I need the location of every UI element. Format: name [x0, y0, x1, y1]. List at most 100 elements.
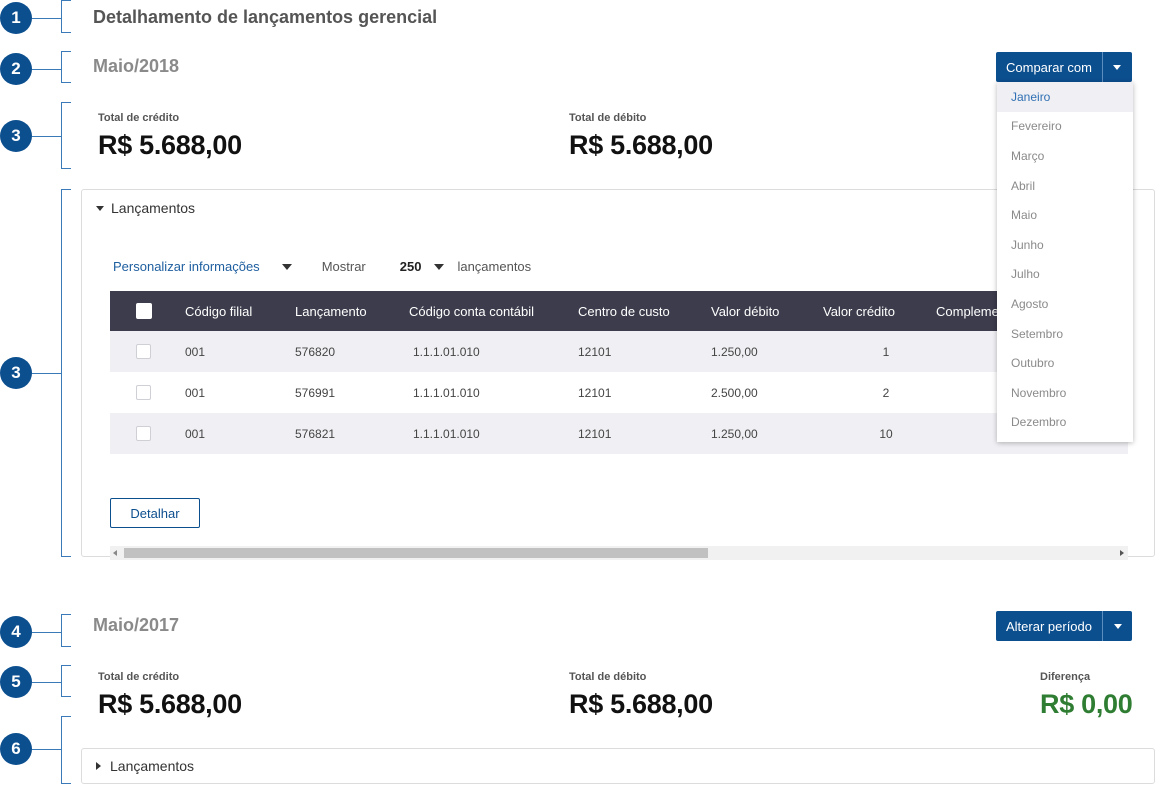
column-header-branch-code[interactable]: Código filial: [185, 291, 252, 331]
table-row[interactable]: 001 576821 1.1.1.01.010 12101 1.250,00 1…: [110, 413, 1128, 454]
cell-entry: 576991: [295, 385, 336, 400]
cell-entry: 576820: [295, 344, 336, 359]
difference-total: Diferença R$ 0,00: [1040, 671, 1133, 720]
scroll-right-icon[interactable]: [1120, 550, 1124, 556]
row-checkbox[interactable]: [136, 344, 151, 359]
table-horizontal-scrollbar[interactable]: [110, 546, 1128, 560]
caret-down-icon: [96, 205, 104, 211]
page-size-dropdown-icon[interactable]: [434, 263, 445, 270]
column-header-complement[interactable]: Compleme: [936, 291, 999, 331]
entries-label: lançamentos: [457, 259, 532, 274]
row-checkbox[interactable]: [136, 426, 151, 441]
page-size-select[interactable]: 250: [400, 259, 422, 274]
current-debit-total: Total de débito R$ 5.688,00: [569, 112, 713, 161]
month-option-novembro[interactable]: Novembro: [997, 378, 1133, 408]
marker-connector: [32, 632, 61, 633]
cell-credit-value: 1: [882, 344, 890, 359]
marker-bracket: [61, 0, 71, 33]
current-period-title: Maio/2018: [93, 56, 180, 76]
entries-panel-title: Lançamentos: [111, 200, 196, 216]
cell-debit-value: 1.250,00: [711, 344, 758, 359]
comparison-entries-panel-title: Lançamentos: [110, 758, 195, 774]
customize-info-link[interactable]: Personalizar informações: [113, 259, 260, 274]
step-marker-3b: 3: [0, 357, 32, 389]
detail-button[interactable]: Detalhar: [110, 498, 200, 528]
comparison-entries-panel-toggle[interactable]: Lançamentos: [96, 758, 194, 774]
marker-connector: [32, 18, 61, 19]
change-period-split-button: Alterar período: [996, 611, 1132, 641]
month-option-dezembro[interactable]: Dezembro: [997, 408, 1133, 438]
column-header-credit-value[interactable]: Valor crédito: [823, 291, 895, 331]
cell-entry: 576821: [295, 426, 336, 441]
row-checkbox[interactable]: [136, 385, 151, 400]
comparison-entries-panel: Lançamentos: [81, 748, 1155, 784]
marker-bracket: [61, 665, 71, 697]
month-option-outubro[interactable]: Outubro: [997, 348, 1133, 378]
cell-cost-center: 12101: [578, 426, 612, 441]
cell-branch-code: 001: [185, 344, 206, 359]
step-marker-1: 1: [0, 2, 32, 34]
entries-table: Código filial Lançamento Código conta co…: [110, 291, 1128, 454]
change-period-dropdown-toggle[interactable]: [1102, 611, 1132, 641]
step-marker-3: 3: [0, 120, 32, 152]
marker-bracket: [61, 614, 71, 647]
difference-label: Diferença: [1040, 671, 1091, 683]
credit-value: R$ 5.688,00: [98, 689, 242, 719]
month-option-janeiro[interactable]: Janeiro: [997, 82, 1133, 112]
cell-branch-code: 001: [185, 385, 206, 400]
month-option-junho[interactable]: Junho: [997, 230, 1133, 260]
compare-month-menu: Janeiro Fevereiro Março Abril Maio Junho…: [997, 82, 1133, 442]
month-option-agosto[interactable]: Agosto: [997, 289, 1133, 319]
cell-branch-code: 001: [185, 426, 206, 441]
marker-connector: [32, 749, 61, 750]
show-label: Mostrar: [321, 259, 366, 274]
step-marker-5: 5: [0, 666, 32, 698]
marker-connector: [32, 682, 61, 683]
entries-panel-toggle[interactable]: Lançamentos: [96, 200, 195, 216]
cell-debit-value: 2.500,00: [711, 385, 758, 400]
current-credit-total: Total de crédito R$ 5.688,00: [98, 112, 242, 161]
select-all-checkbox[interactable]: [136, 303, 152, 319]
cell-account-code: 1.1.1.01.010: [413, 385, 480, 400]
marker-bracket: [61, 189, 71, 557]
chevron-down-icon: [1113, 64, 1122, 70]
scroll-left-icon[interactable]: [113, 550, 117, 556]
compare-with-button[interactable]: Comparar com: [996, 52, 1102, 82]
caret-right-icon: [96, 762, 101, 770]
credit-label: Total de crédito: [98, 671, 180, 683]
debit-label: Total de débito: [569, 671, 647, 683]
comparison-debit-total: Total de débito R$ 5.688,00: [569, 671, 713, 720]
chevron-down-icon: [1113, 623, 1122, 629]
credit-value: R$ 5.688,00: [98, 130, 242, 160]
table-row[interactable]: 001 576991 1.1.1.01.010 12101 2.500,00 2: [110, 372, 1128, 413]
debit-value: R$ 5.688,00: [569, 130, 713, 160]
compare-dropdown-toggle[interactable]: [1101, 52, 1132, 82]
debit-value: R$ 5.688,00: [569, 689, 713, 719]
change-period-button[interactable]: Alterar período: [996, 611, 1102, 641]
step-marker-6: 6: [0, 733, 32, 765]
table-header-row: Código filial Lançamento Código conta co…: [110, 291, 1128, 331]
cell-credit-value: 10: [879, 426, 893, 441]
column-header-entry[interactable]: Lançamento: [295, 291, 367, 331]
column-header-debit-value[interactable]: Valor débito: [711, 291, 779, 331]
month-option-maio[interactable]: Maio: [997, 200, 1133, 230]
month-option-julho[interactable]: Julho: [997, 260, 1133, 290]
cell-cost-center: 12101: [578, 344, 612, 359]
month-option-fevereiro[interactable]: Fevereiro: [997, 112, 1133, 142]
month-option-abril[interactable]: Abril: [997, 171, 1133, 201]
comparison-credit-total: Total de crédito R$ 5.688,00: [98, 671, 242, 720]
credit-label: Total de crédito: [98, 112, 180, 124]
entries-panel: Lançamentos Personalizar informações Mos…: [81, 189, 1155, 560]
marker-connector: [32, 373, 61, 374]
month-option-setembro[interactable]: Setembro: [997, 319, 1133, 349]
step-marker-4: 4: [0, 616, 32, 648]
cell-cost-center: 12101: [578, 385, 612, 400]
column-header-cost-center[interactable]: Centro de custo: [578, 291, 670, 331]
table-row[interactable]: 001 576820 1.1.1.01.010 12101 1.250,00 1: [110, 331, 1128, 372]
scrollbar-thumb[interactable]: [124, 548, 708, 558]
customize-dropdown-icon[interactable]: [281, 263, 292, 270]
cell-credit-value: 2: [882, 385, 890, 400]
step-marker-2: 2: [0, 53, 32, 85]
column-header-account-code[interactable]: Código conta contábil: [409, 291, 534, 331]
month-option-marco[interactable]: Março: [997, 141, 1133, 171]
